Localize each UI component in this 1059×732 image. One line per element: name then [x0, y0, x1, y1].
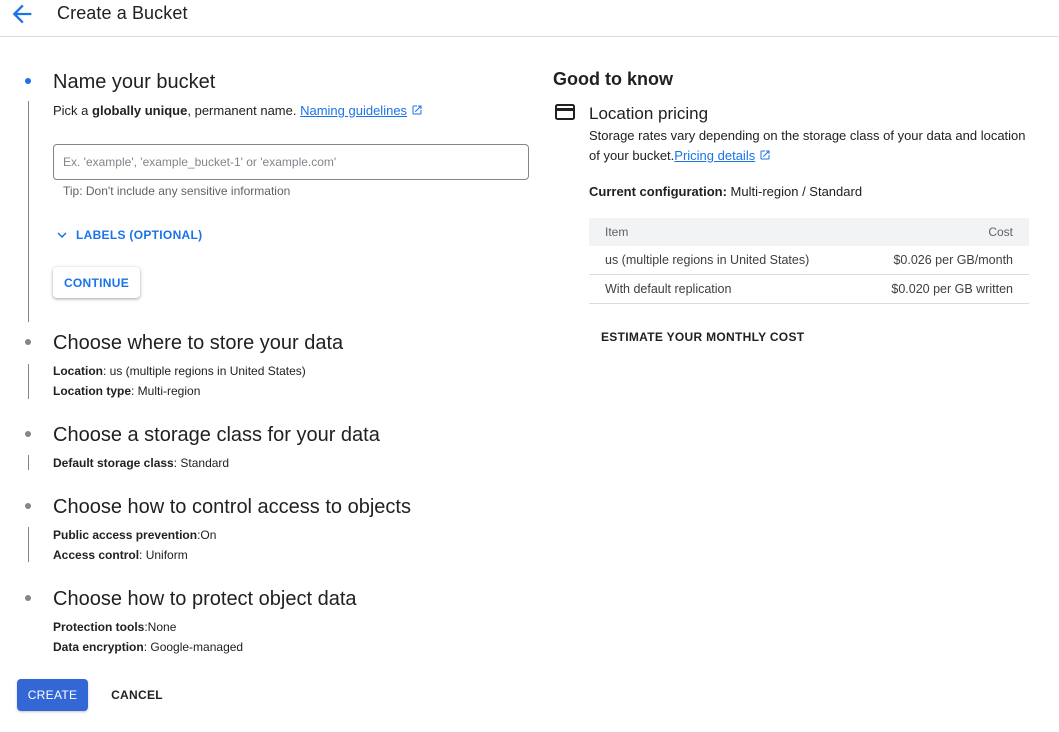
- bucket-name-input[interactable]: [53, 144, 529, 180]
- estimate-monthly-cost-button[interactable]: ESTIMATE YOUR MONTHLY COST: [593, 326, 812, 348]
- summary-value: : Uniform: [139, 548, 188, 562]
- step-indicator-access: [25, 503, 31, 509]
- summary-access-control: Access control: Uniform: [53, 548, 188, 562]
- summary-value: :None: [144, 620, 177, 634]
- summary-value: : us (multiple regions in United States): [103, 364, 306, 378]
- credit-card-icon: [555, 104, 575, 120]
- open-in-new-icon[interactable]: [411, 104, 423, 116]
- summary-value: : Google-managed: [143, 640, 244, 654]
- chevron-down-icon: [57, 232, 67, 238]
- create-button[interactable]: CREATE: [17, 679, 88, 711]
- pricing-details-link[interactable]: Pricing details: [674, 148, 755, 163]
- step-title-location[interactable]: Choose where to store your data: [53, 332, 343, 355]
- table-cell-cost: $0.020 per GB written: [855, 274, 1029, 304]
- continue-button[interactable]: CONTINUE: [53, 267, 140, 298]
- summary-key: Location: [53, 364, 103, 378]
- summary-value: : Standard: [173, 456, 230, 470]
- table-cell-item: With default replication: [589, 274, 856, 304]
- config-key: Current configuration:: [589, 184, 727, 199]
- labels-toggle-label: LABELS (OPTIONAL): [76, 228, 203, 242]
- step-title-protection[interactable]: Choose how to protect object data: [53, 588, 357, 611]
- labels-optional-toggle[interactable]: LABELS (OPTIONAL): [53, 225, 202, 245]
- config-value: Multi-region / Standard: [726, 184, 863, 199]
- table-cell-cost: $0.026 per GB/month: [855, 246, 1029, 275]
- step-indicator-protection: [25, 595, 31, 601]
- cancel-button[interactable]: CANCEL: [102, 679, 172, 711]
- subtitle-bold: globally unique: [92, 103, 188, 118]
- location-pricing-title: Location pricing: [589, 104, 709, 123]
- column-header-cost: Cost: [855, 218, 1029, 246]
- summary-protection-tools: Protection tools:None: [53, 620, 176, 634]
- table-row: us (multiple regions in United States) $…: [589, 246, 1029, 275]
- step-connector: [28, 101, 29, 322]
- summary-key: Data encryption: [53, 640, 144, 654]
- summary-key: Access control: [53, 548, 140, 562]
- subtitle-suffix: , permanent name.: [187, 103, 301, 118]
- table-cell-item: us (multiple regions in United States): [589, 246, 856, 275]
- summary-key: Default storage class: [53, 456, 174, 470]
- step-connector: [28, 364, 29, 399]
- current-configuration: Current configuration: Multi-region / St…: [589, 184, 862, 199]
- arrow-back-icon: [12, 4, 32, 24]
- naming-guidelines-link[interactable]: Naming guidelines: [300, 103, 407, 118]
- top-bar: Create a Bucket: [0, 0, 1059, 37]
- table-header-row: Item Cost: [589, 218, 1029, 246]
- step-title-name-bucket[interactable]: Name your bucket: [53, 71, 215, 94]
- back-button[interactable]: [8, 0, 36, 28]
- step-connector: [28, 455, 29, 470]
- step-title-storage-class[interactable]: Choose a storage class for your data: [53, 424, 380, 447]
- column-header-item: Item: [589, 218, 856, 246]
- step-connector: [28, 527, 29, 562]
- step-subtitle: Pick a globally unique, permanent name. …: [53, 103, 423, 118]
- location-pricing-description: Storage rates vary depending on the stor…: [589, 126, 1034, 166]
- step-title-access-control[interactable]: Choose how to control access to objects: [53, 496, 411, 519]
- page-title: Create a Bucket: [57, 3, 188, 23]
- summary-value: :On: [197, 528, 217, 542]
- summary-key: Public access prevention: [53, 528, 198, 542]
- summary-key: Protection tools: [53, 620, 145, 634]
- summary-public-access: Public access prevention:On: [53, 528, 216, 542]
- summary-data-encryption: Data encryption: Google-managed: [53, 640, 243, 654]
- open-in-new-icon[interactable]: [759, 149, 771, 161]
- good-to-know-title: Good to know: [553, 69, 673, 89]
- step-indicator-location: [25, 339, 31, 345]
- summary-storage-class: Default storage class: Standard: [53, 456, 229, 470]
- summary-value: : Multi-region: [131, 384, 201, 398]
- summary-location-type: Location type: Multi-region: [53, 384, 200, 398]
- summary-key: Location type: [53, 384, 132, 398]
- subtitle-prefix: Pick a: [53, 103, 93, 118]
- table-row: With default replication $0.020 per GB w…: [589, 274, 1029, 304]
- pricing-description-text: Storage rates vary depending on the stor…: [589, 128, 1026, 163]
- pricing-table: Item Cost us (multiple regions in United…: [589, 218, 1029, 304]
- summary-location: Location: us (multiple regions in United…: [53, 364, 306, 378]
- step-indicator-name: [25, 78, 31, 84]
- step-indicator-storage-class: [25, 431, 31, 437]
- input-tip: Tip: Don't include any sensitive informa…: [63, 184, 291, 198]
